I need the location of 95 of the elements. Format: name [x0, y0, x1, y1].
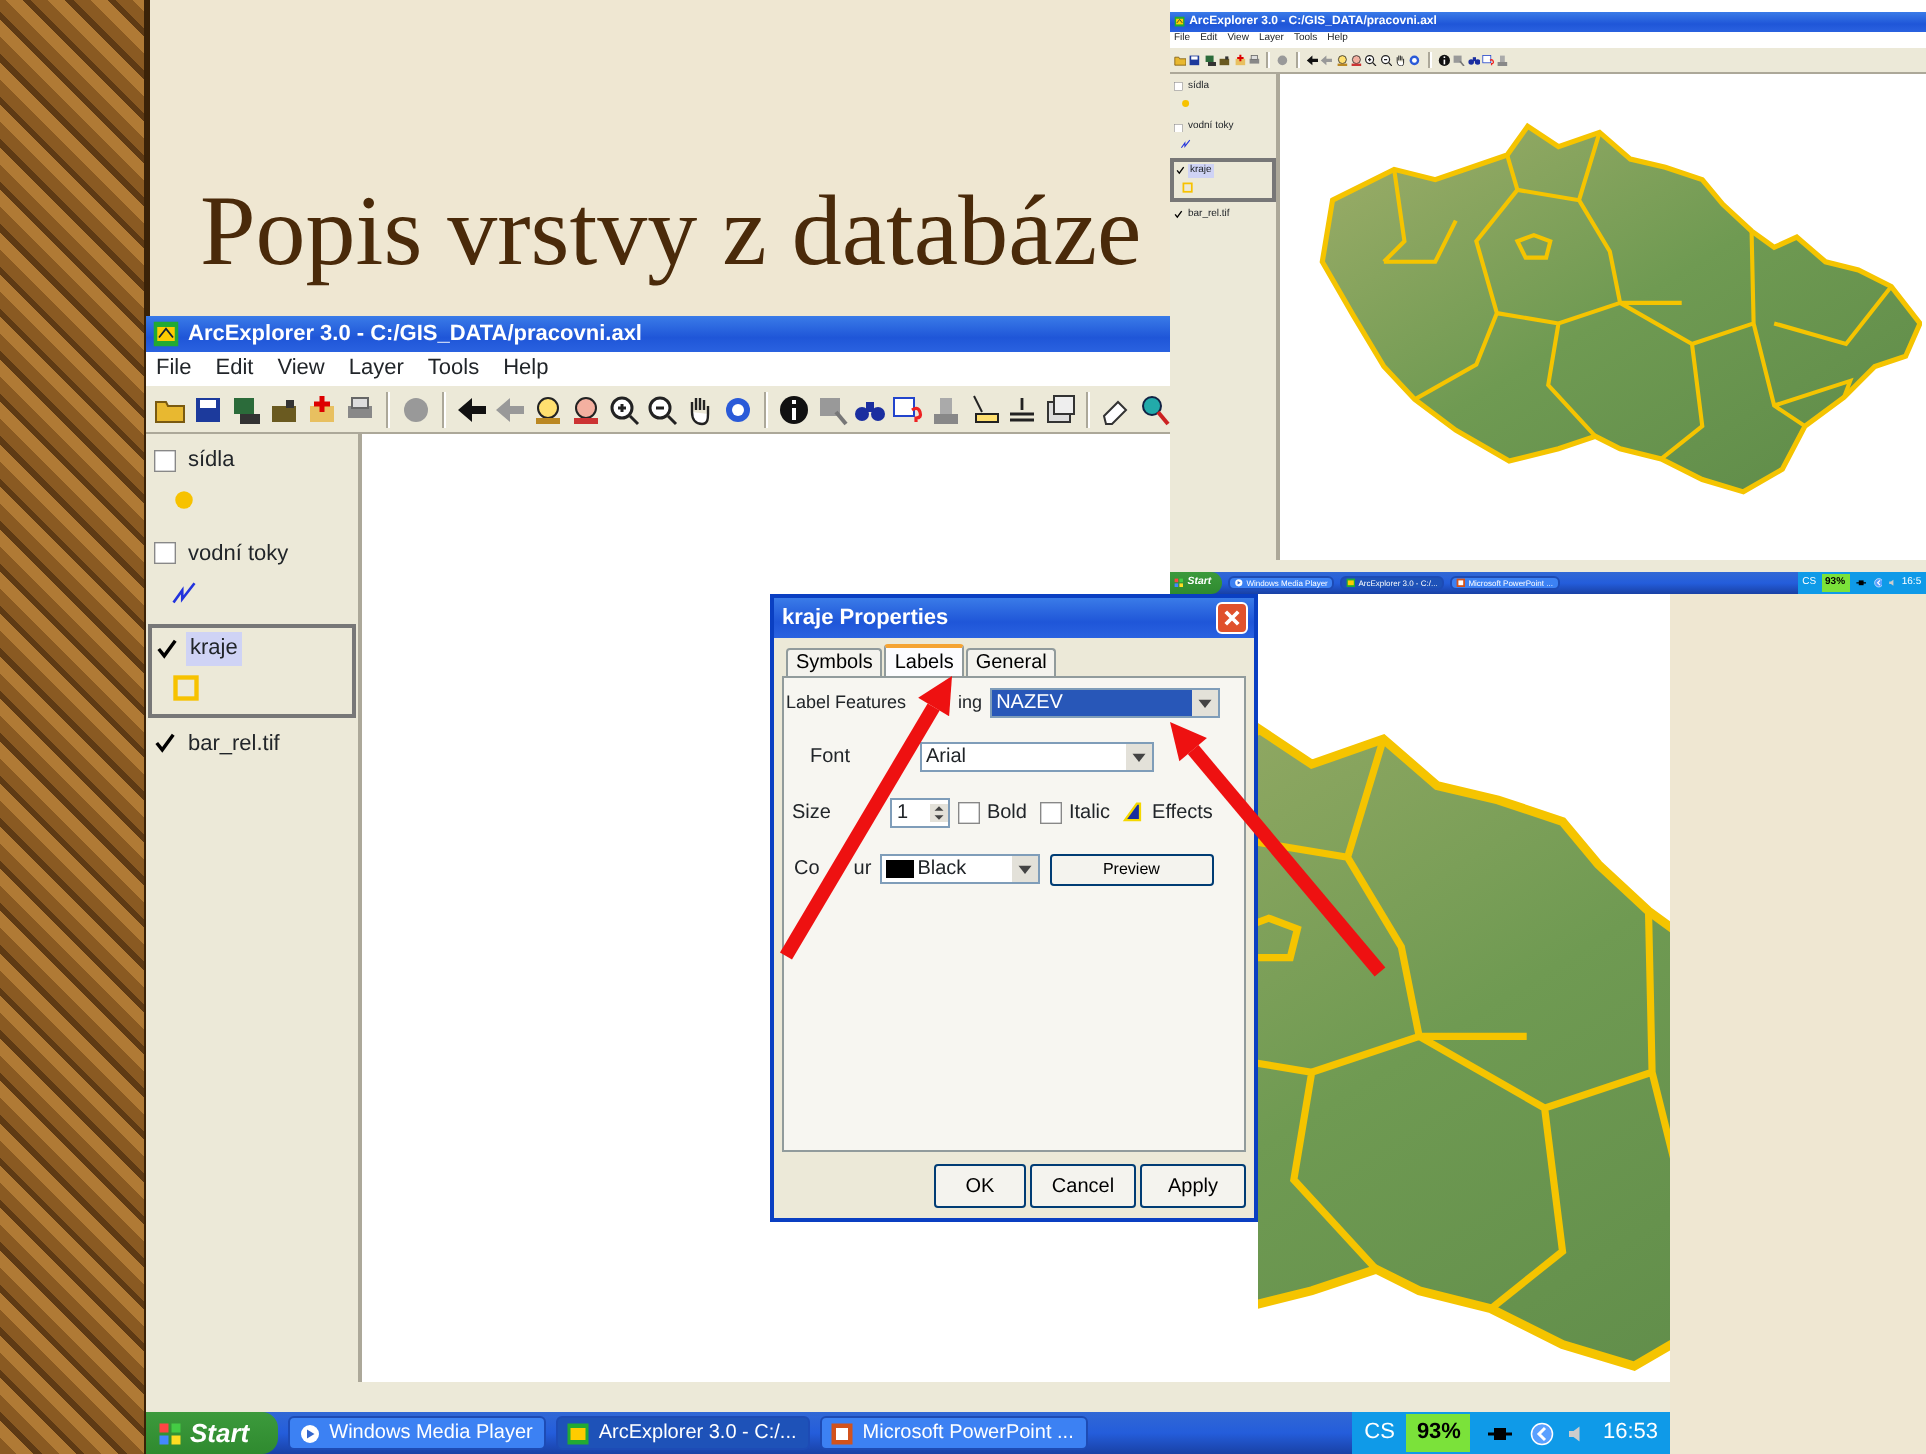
- effects-icon[interactable]: [1122, 801, 1147, 825]
- layer-name[interactable]: kraje: [186, 632, 242, 665]
- menu-item[interactable]: File: [156, 352, 192, 386]
- polygon-symbol-icon: [1182, 182, 1194, 194]
- properties-icon[interactable]: [1044, 393, 1076, 425]
- point-symbol-icon: [1180, 97, 1192, 109]
- spin-arrows-icon[interactable]: [930, 800, 949, 826]
- find-icon[interactable]: [1138, 393, 1170, 425]
- add-layer-icon[interactable]: [1233, 53, 1246, 67]
- polygon-symbol-icon: [172, 673, 200, 701]
- checkbox-label[interactable]: Bold: [986, 798, 1027, 828]
- scale-icon[interactable]: [1006, 393, 1038, 425]
- measure-icon[interactable]: [968, 393, 1000, 425]
- dialog-button[interactable]: Apply: [1140, 1164, 1246, 1208]
- clock: 16:53: [1602, 1418, 1658, 1449]
- checkbox[interactable]: [154, 732, 176, 755]
- layer-item[interactable]: kraje: [148, 624, 356, 717]
- menu-item[interactable]: Layer: [348, 352, 404, 386]
- layer-name[interactable]: vodní toky: [184, 537, 293, 570]
- field-label: Co: [794, 856, 820, 884]
- app-icon: [1345, 578, 1356, 588]
- zoom-in-icon[interactable]: [608, 393, 640, 425]
- app-icon: [566, 1421, 591, 1445]
- taskbar-button[interactable]: ArcExplorer 3.0 - C:/...: [556, 1416, 811, 1450]
- checkbox[interactable]: [1174, 123, 1184, 133]
- field-label: ing: [958, 689, 983, 716]
- field-label: Size: [792, 800, 831, 828]
- checkbox[interactable]: [1176, 166, 1186, 176]
- checkbox[interactable]: [154, 449, 176, 472]
- info-icon[interactable]: [778, 393, 810, 425]
- plug-icon: [1853, 578, 1869, 588]
- print-icon[interactable]: [1247, 53, 1261, 67]
- close-icon: [1222, 608, 1242, 628]
- tab[interactable]: Symbols: [786, 648, 883, 676]
- field-label: ur: [853, 856, 872, 884]
- chevron-left-icon[interactable]: [1873, 578, 1883, 588]
- zoom-out-icon[interactable]: [646, 393, 678, 425]
- line-symbol-icon: [1180, 138, 1192, 150]
- menu-item[interactable]: View: [277, 352, 325, 386]
- menu-item[interactable]: Edit: [215, 352, 254, 386]
- zoom-out-icon[interactable]: [1379, 53, 1393, 67]
- checkbox[interactable]: [1174, 210, 1184, 220]
- dialog-title: kraje Properties: [782, 603, 949, 634]
- layer-name[interactable]: sídla: [184, 444, 239, 477]
- save-icon[interactable]: [1188, 53, 1202, 67]
- app-icon: [152, 320, 180, 348]
- chevron-left-icon[interactable]: [1530, 1421, 1555, 1445]
- folder-icon[interactable]: [1218, 53, 1232, 67]
- point-symbol-icon: [170, 485, 198, 513]
- zoom-extent-icon[interactable]: [532, 393, 564, 425]
- battery-indicator[interactable]: 93%: [1406, 1414, 1471, 1452]
- media-player-icon: [1233, 578, 1244, 588]
- menu-item[interactable]: Tools: [427, 352, 480, 386]
- app-icon: [1174, 16, 1186, 28]
- dialog-button[interactable]: Cancel: [1030, 1164, 1136, 1208]
- checkbox[interactable]: [958, 802, 981, 824]
- info-icon[interactable]: [1437, 53, 1451, 67]
- dialog-button[interactable]: OK: [934, 1164, 1026, 1208]
- line-symbol-icon: [170, 578, 198, 606]
- window-title: ArcExplorer 3.0 - C:/GIS_DATA/pracovni.axl: [188, 319, 642, 350]
- tab[interactable]: General: [965, 648, 1057, 676]
- field-label: Label Features: [786, 689, 907, 716]
- checkbox[interactable]: [1040, 802, 1063, 824]
- color-dropdown[interactable]: Black: [879, 854, 1040, 884]
- presentation-icon: [830, 1421, 855, 1445]
- color-swatch: [885, 860, 914, 878]
- media-player-icon: [297, 1421, 322, 1445]
- tab[interactable]: Labels: [884, 644, 964, 676]
- binoculars-icon[interactable]: [1467, 53, 1481, 67]
- presentation-icon: [1455, 578, 1466, 588]
- menu-item[interactable]: Help: [503, 352, 549, 386]
- field-dropdown[interactable]: NAZEV: [990, 688, 1221, 718]
- checkbox[interactable]: [154, 542, 176, 565]
- zoom-in-icon[interactable]: [1364, 53, 1378, 67]
- slide-title: Popis vrstvy z databáze: [200, 176, 1142, 284]
- add-layer-icon[interactable]: [306, 393, 338, 425]
- taskbar-button[interactable]: Windows Media Player: [287, 1416, 547, 1450]
- save-icon[interactable]: [192, 393, 224, 425]
- checkbox[interactable]: [1174, 82, 1184, 92]
- close-button[interactable]: [1216, 602, 1248, 634]
- pan-hand-icon[interactable]: [1394, 53, 1407, 67]
- font-dropdown[interactable]: Arial: [920, 742, 1155, 772]
- size-spinner[interactable]: 1: [890, 798, 951, 828]
- windows-logo-icon: [1174, 578, 1185, 588]
- checkbox[interactable]: [156, 637, 178, 660]
- arrow-left-icon[interactable]: [456, 393, 488, 425]
- zoom-layer-icon[interactable]: [570, 393, 602, 425]
- preview-button[interactable]: Preview: [1049, 853, 1214, 885]
- windows-logo-icon: [158, 1421, 182, 1445]
- layer-name[interactable]: bar_rel.tif: [184, 727, 284, 760]
- taskbar-button[interactable]: Microsoft PowerPoint ...: [820, 1416, 1088, 1450]
- field-label: Font: [810, 744, 851, 772]
- effects-label[interactable]: Effects: [1152, 798, 1213, 828]
- checkbox-label[interactable]: Italic: [1068, 798, 1111, 828]
- start-button[interactable]: Start: [146, 1412, 278, 1454]
